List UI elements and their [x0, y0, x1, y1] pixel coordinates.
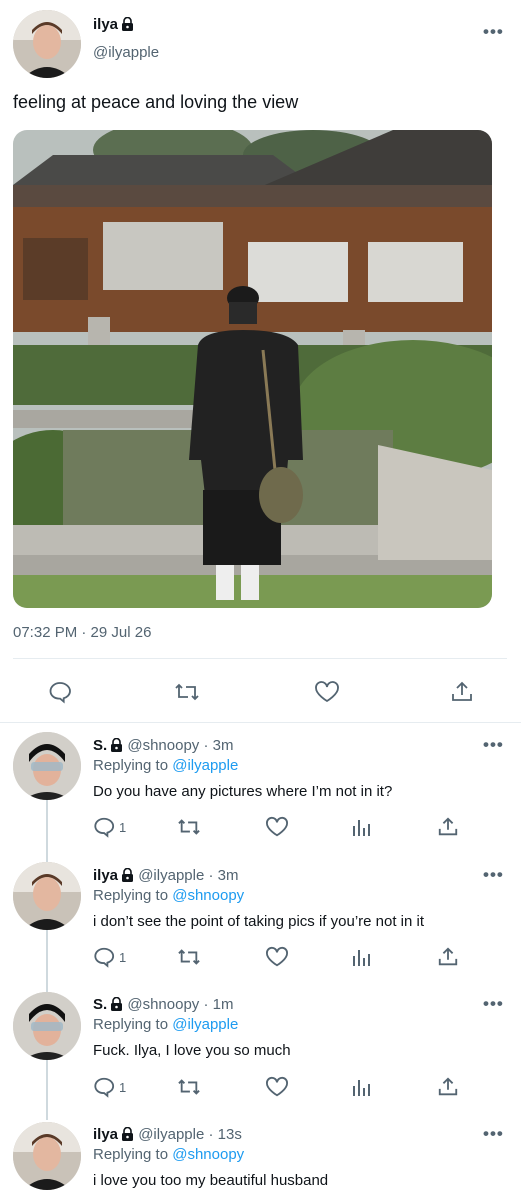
- more-options-icon[interactable]: •••: [483, 865, 504, 885]
- reply-avatar[interactable]: [13, 732, 81, 800]
- reply-text: Do you have any pictures where I’m not i…: [93, 783, 393, 800]
- reply-icon[interactable]: [45, 677, 75, 707]
- divider: [13, 658, 507, 659]
- author-handle[interactable]: @ilyapple: [93, 44, 159, 61]
- like-icon[interactable]: [265, 946, 289, 968]
- replying-to-label: Replying to: [93, 1146, 169, 1163]
- more-options-icon[interactable]: •••: [483, 735, 504, 755]
- share-icon[interactable]: [437, 1076, 459, 1098]
- analytics-icon[interactable]: [352, 1076, 372, 1098]
- reply-avatar[interactable]: [13, 992, 81, 1060]
- tweet-text: feeling at peace and loving the view: [13, 92, 299, 112]
- replying-to-handle[interactable]: @ilyapple: [172, 757, 238, 774]
- reply-handle[interactable]: @shnoopy: [127, 996, 199, 1013]
- author-display-name[interactable]: ilya: [93, 16, 118, 33]
- share-icon[interactable]: [447, 677, 477, 707]
- replying-to-label: Replying to: [93, 1016, 169, 1033]
- replying-to-handle[interactable]: @ilyapple: [172, 1016, 238, 1033]
- reply-count: 1: [119, 949, 127, 965]
- share-icon[interactable]: [437, 946, 459, 968]
- replying-to-label: Replying to: [93, 757, 169, 774]
- retweet-icon[interactable]: [177, 1076, 201, 1098]
- reply-display-name[interactable]: ilya: [93, 867, 118, 884]
- lock-icon: [110, 996, 123, 1015]
- reply-icon[interactable]: 1: [93, 1076, 126, 1098]
- reply-avatar[interactable]: [13, 1122, 81, 1190]
- reply-avatar[interactable]: [13, 862, 81, 930]
- reply-handle[interactable]: @shnoopy: [127, 737, 199, 754]
- reply-time[interactable]: · 1m: [203, 996, 233, 1013]
- reply-handle[interactable]: @ilyapple: [138, 867, 204, 884]
- like-icon[interactable]: [312, 677, 342, 707]
- author-name-row: ilya: [93, 16, 134, 36]
- retweet-icon[interactable]: [172, 677, 202, 707]
- reply-text: i love you too my beautiful husband: [93, 1172, 329, 1189]
- reply-time[interactable]: · 3m: [203, 737, 233, 754]
- reply-text: i don’t see the point of taking pics if …: [93, 913, 425, 930]
- reply-icon[interactable]: 1: [93, 946, 126, 968]
- more-options-icon[interactable]: •••: [483, 22, 504, 42]
- tweet-timestamp[interactable]: 07:32 PM · 29 Jul 26: [13, 624, 151, 641]
- author-avatar[interactable]: [13, 10, 81, 78]
- more-options-icon[interactable]: •••: [483, 994, 504, 1014]
- reply-time[interactable]: · 3m: [208, 867, 238, 884]
- reply-text: Fuck. Ilya, I love you so much: [93, 1042, 291, 1059]
- reply-count: 1: [119, 1079, 127, 1095]
- retweet-icon[interactable]: [177, 946, 201, 968]
- reply-display-name[interactable]: S.: [93, 996, 107, 1013]
- divider: [0, 722, 521, 723]
- reply-handle[interactable]: @ilyapple: [138, 1126, 204, 1143]
- thread-line: [46, 800, 48, 1120]
- retweet-icon[interactable]: [177, 816, 201, 838]
- analytics-icon[interactable]: [352, 946, 372, 968]
- like-icon[interactable]: [265, 816, 289, 838]
- lock-icon: [121, 1126, 134, 1145]
- tweet-photo[interactable]: [13, 130, 492, 608]
- reply-time[interactable]: · 13s: [208, 1126, 241, 1143]
- replying-to-handle[interactable]: @shnoopy: [172, 887, 244, 904]
- lock-icon: [110, 737, 123, 756]
- reply-display-name[interactable]: ilya: [93, 1126, 118, 1143]
- reply-icon[interactable]: 1: [93, 816, 126, 838]
- reply-display-name[interactable]: S.: [93, 737, 107, 754]
- replying-to-label: Replying to: [93, 887, 169, 904]
- more-options-icon[interactable]: •••: [483, 1124, 504, 1144]
- lock-icon: [121, 867, 134, 886]
- analytics-icon[interactable]: [352, 816, 372, 838]
- share-icon[interactable]: [437, 816, 459, 838]
- like-icon[interactable]: [265, 1076, 289, 1098]
- replying-to-handle[interactable]: @shnoopy: [172, 1146, 244, 1163]
- lock-icon: [121, 16, 134, 36]
- reply-count: 1: [119, 819, 127, 835]
